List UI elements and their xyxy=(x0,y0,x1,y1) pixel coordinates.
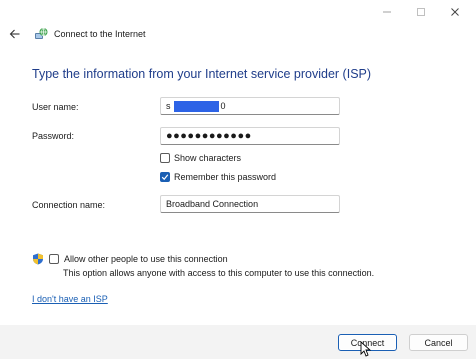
username-field[interactable]: s 0 xyxy=(160,97,340,115)
password-label: Password: xyxy=(32,131,75,141)
maximize-button[interactable] xyxy=(406,4,436,20)
show-characters-option[interactable]: Show characters xyxy=(160,153,241,163)
uac-shield-icon xyxy=(33,253,43,265)
allow-others-checkbox[interactable] xyxy=(49,254,59,264)
back-button[interactable] xyxy=(8,27,22,41)
connection-name-label: Connection name: xyxy=(32,200,106,210)
network-globe-icon xyxy=(35,27,48,39)
close-button[interactable] xyxy=(440,4,470,20)
minimize-icon xyxy=(383,11,391,13)
allow-others-option[interactable]: Allow other people to use this connectio… xyxy=(32,253,228,265)
password-field[interactable]: ●●●●●●●●●●●● xyxy=(160,127,340,145)
window-title: Connect to the Internet xyxy=(54,29,146,39)
connect-dialog: Connect to the Internet Type the informa… xyxy=(0,0,476,359)
remember-password-checkbox[interactable] xyxy=(160,172,170,182)
minimize-button[interactable] xyxy=(372,4,402,20)
dialog-header: Connect to the Internet xyxy=(8,27,146,41)
remember-password-option[interactable]: Remember this password xyxy=(160,172,276,182)
username-prefix: s xyxy=(166,101,171,111)
page-heading: Type the information from your Internet … xyxy=(32,67,372,81)
show-characters-checkbox[interactable] xyxy=(160,153,170,163)
close-icon xyxy=(451,8,459,16)
connection-name-field[interactable]: Broadband Connection xyxy=(160,195,340,213)
allow-others-label: Allow other people to use this connectio… xyxy=(64,254,228,264)
checkmark-icon xyxy=(161,174,169,181)
remember-password-label: Remember this password xyxy=(174,172,277,182)
no-isp-link[interactable]: I don't have an ISP xyxy=(32,294,108,304)
redacted-block xyxy=(173,100,219,112)
mouse-pointer-icon xyxy=(360,341,372,357)
username-label: User name: xyxy=(32,102,79,112)
allow-others-description: This option allows anyone with access to… xyxy=(63,268,375,278)
password-value: ●●●●●●●●●●●● xyxy=(166,129,252,142)
username-suffix: 0 xyxy=(220,101,226,111)
maximize-icon xyxy=(417,8,425,16)
back-arrow-icon xyxy=(9,29,20,39)
connection-name-value: Broadband Connection xyxy=(166,199,259,209)
show-characters-label: Show characters xyxy=(174,153,242,163)
cancel-button[interactable]: Cancel xyxy=(409,334,468,351)
dialog-footer xyxy=(0,325,476,359)
